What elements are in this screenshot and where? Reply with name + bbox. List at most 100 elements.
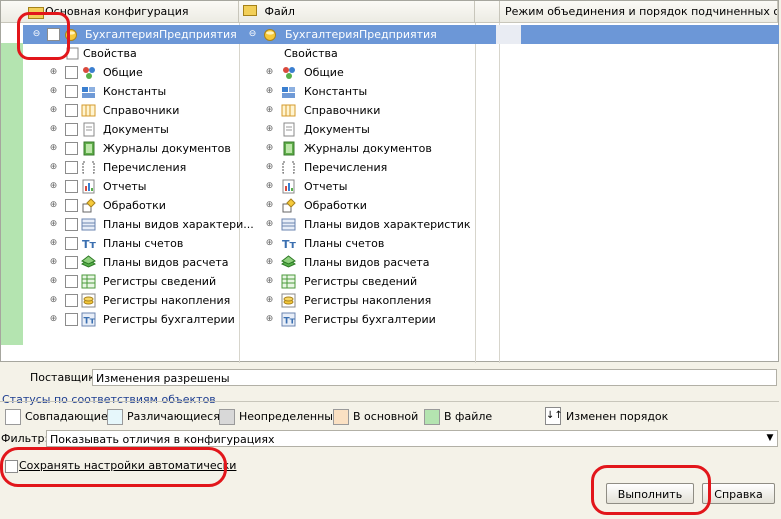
- merge-tree-grid[interactable]: Основная конфигурация Файл Режим объедин…: [0, 0, 779, 363]
- expand-icon[interactable]: ⊕: [265, 163, 274, 172]
- processing-icon: [281, 198, 296, 213]
- item-checkbox[interactable]: [65, 313, 78, 326]
- status-label: Различающиеся: [127, 410, 220, 423]
- tree-item-label: Обработки: [103, 199, 166, 212]
- svg-text:Тт: Тт: [82, 238, 96, 251]
- documents-icon: [281, 122, 296, 137]
- statuses-divider: [0, 401, 779, 402]
- item-checkbox[interactable]: [65, 256, 78, 269]
- common-icon: [81, 65, 96, 80]
- enums-icon: [81, 160, 96, 175]
- item-checkbox[interactable]: [65, 237, 78, 250]
- expand-icon[interactable]: ⊕: [265, 106, 274, 115]
- svg-text:Тт: Тт: [282, 238, 296, 251]
- status-swatch: [107, 409, 123, 425]
- expand-icon[interactable]: ⊕: [49, 220, 58, 229]
- tree-item-label: Константы: [304, 85, 368, 98]
- svg-text:Тт: Тт: [84, 317, 96, 327]
- tree-item-label: Журналы документов: [103, 142, 231, 155]
- tree-item-label: Справочники: [304, 104, 381, 117]
- expand-icon[interactable]: ⊕: [265, 125, 274, 134]
- column-header-file[interactable]: Файл: [239, 1, 475, 23]
- expand-icon[interactable]: ⊕: [49, 163, 58, 172]
- expand-icon[interactable]: ⊕: [49, 144, 58, 153]
- column-divider: [475, 23, 476, 363]
- characteristics-icon: [281, 217, 296, 232]
- help-button[interactable]: Справка: [702, 483, 775, 504]
- collapse-icon[interactable]: ⊖: [248, 30, 257, 39]
- status-label: Совпадающие: [25, 410, 108, 423]
- expand-icon[interactable]: ⊕: [49, 201, 58, 210]
- expand-icon[interactable]: ⊕: [49, 87, 58, 96]
- expand-icon[interactable]: ⊕: [265, 68, 274, 77]
- root-label-left: БухгалтерияПредприятия: [85, 28, 237, 41]
- column-header-file-label: Файл: [264, 5, 295, 18]
- expand-icon[interactable]: ⊕: [265, 239, 274, 248]
- expand-icon[interactable]: ⊕: [49, 182, 58, 191]
- item-checkbox[interactable]: [65, 66, 78, 79]
- expand-icon[interactable]: ⊕: [49, 315, 58, 324]
- accounts-icon: Тт: [81, 236, 97, 251]
- supplier-field[interactable]: Изменения разрешены: [92, 369, 777, 386]
- expand-icon[interactable]: ⊕: [49, 125, 58, 134]
- item-checkbox[interactable]: [65, 294, 78, 307]
- tree-item-label: Планы видов расчета: [304, 256, 430, 269]
- constants-icon: [81, 84, 96, 99]
- enums-icon: [281, 160, 296, 175]
- tree-item-label: Отчеты: [304, 180, 348, 193]
- expand-icon[interactable]: ⊕: [49, 239, 58, 248]
- item-checkbox[interactable]: [65, 123, 78, 136]
- expand-icon[interactable]: ⊕: [265, 296, 274, 305]
- status-label: В файле: [444, 410, 493, 423]
- column-divider: [499, 23, 500, 363]
- tree-item-label: Свойства: [284, 47, 338, 60]
- tree-item-label: Общие: [103, 66, 143, 79]
- tree-item-label: Планы видов характери...: [103, 218, 254, 231]
- tree-item-label: Планы счетов: [103, 237, 184, 250]
- accounting-registers-icon: Тт: [81, 312, 96, 327]
- expand-icon[interactable]: ⊕: [265, 277, 274, 286]
- expand-icon[interactable]: ⊕: [49, 106, 58, 115]
- item-checkbox[interactable]: [65, 275, 78, 288]
- tree-item-label: Регистры сведений: [304, 275, 418, 288]
- processing-icon: [81, 198, 96, 213]
- status-label: В основной: [353, 410, 419, 423]
- item-checkbox[interactable]: [65, 142, 78, 155]
- expand-icon[interactable]: ⊕: [49, 68, 58, 77]
- column-header-mode[interactable]: Режим объединения и порядок подчиненных …: [500, 1, 778, 23]
- expand-icon[interactable]: ⊕: [49, 258, 58, 267]
- order-changed-icon: ↓↑: [545, 407, 563, 425]
- expand-icon[interactable]: ⊕: [265, 201, 274, 210]
- item-checkbox[interactable]: [65, 104, 78, 117]
- expand-icon[interactable]: ⊕: [265, 144, 274, 153]
- item-checkbox[interactable]: [65, 199, 78, 212]
- tree-item-label: Планы видов характеристик: [304, 218, 471, 231]
- expand-icon[interactable]: ⊕: [49, 277, 58, 286]
- status-swatch: [219, 409, 235, 425]
- expand-icon[interactable]: ⊕: [265, 182, 274, 191]
- in-file-status-strip: [1, 43, 23, 345]
- calculation-icon: [81, 255, 96, 270]
- tree-item-label: Документы: [103, 123, 169, 136]
- tree-item-label: Перечисления: [304, 161, 388, 174]
- catalogs-icon: [281, 103, 296, 118]
- item-checkbox[interactable]: [65, 161, 78, 174]
- expand-icon[interactable]: ⊕: [49, 296, 58, 305]
- expand-icon[interactable]: ⊕: [265, 220, 274, 229]
- expand-icon[interactable]: ⊕: [265, 258, 274, 267]
- item-checkbox[interactable]: [65, 85, 78, 98]
- dropdown-arrow-icon[interactable]: ▼: [763, 431, 777, 446]
- tree-item-label: Документы: [304, 123, 370, 136]
- expand-icon[interactable]: ⊕: [265, 315, 274, 324]
- reports-icon: [281, 179, 296, 194]
- configuration-icon: [263, 27, 278, 42]
- column-header-spacer: [475, 1, 500, 23]
- item-checkbox[interactable]: [65, 218, 78, 231]
- info-registers-icon: [281, 274, 296, 289]
- filter-select[interactable]: Показывать отличия в конфигурациях ▼: [46, 430, 778, 447]
- tree-item-label: Регистры накопления: [103, 294, 231, 307]
- filter-label: Фильтр:: [1, 432, 49, 445]
- expand-icon[interactable]: ⊕: [265, 87, 274, 96]
- item-checkbox[interactable]: [65, 180, 78, 193]
- tree-item-label: Планы счетов: [304, 237, 385, 250]
